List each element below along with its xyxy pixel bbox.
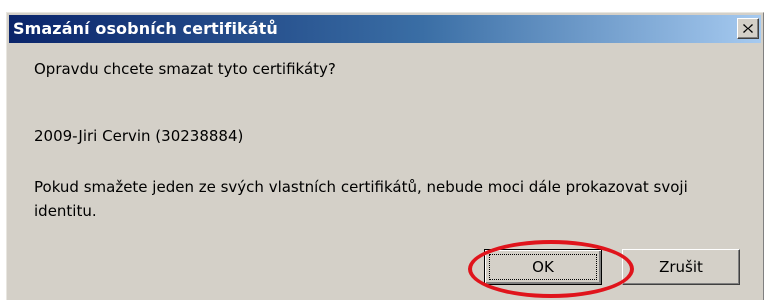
warning-text: Pokud smažete jeden ze svých vlastních c…: [34, 178, 688, 220]
close-button[interactable]: [737, 18, 759, 39]
confirm-question: Opravdu chcete smazat tyto certifikáty?: [34, 60, 336, 78]
close-icon: [743, 24, 753, 33]
ok-button[interactable]: OK: [484, 249, 602, 285]
certificate-name: 2009-Jiri Cervin (30238884): [34, 127, 244, 145]
delete-certificates-dialog: Smazání osobních certifikátů Opravdu chc…: [6, 12, 764, 300]
screenshot-frame: Smazání osobních certifikátů Opravdu chc…: [0, 0, 766, 300]
title-bar[interactable]: Smazání osobních certifikátů: [9, 15, 761, 43]
cancel-button[interactable]: Zrušit: [622, 249, 740, 285]
focus-rectangle: [489, 254, 597, 280]
dialog-title: Smazání osobních certifikátů: [13, 19, 278, 38]
cancel-button-label: Zrušit: [659, 258, 703, 276]
